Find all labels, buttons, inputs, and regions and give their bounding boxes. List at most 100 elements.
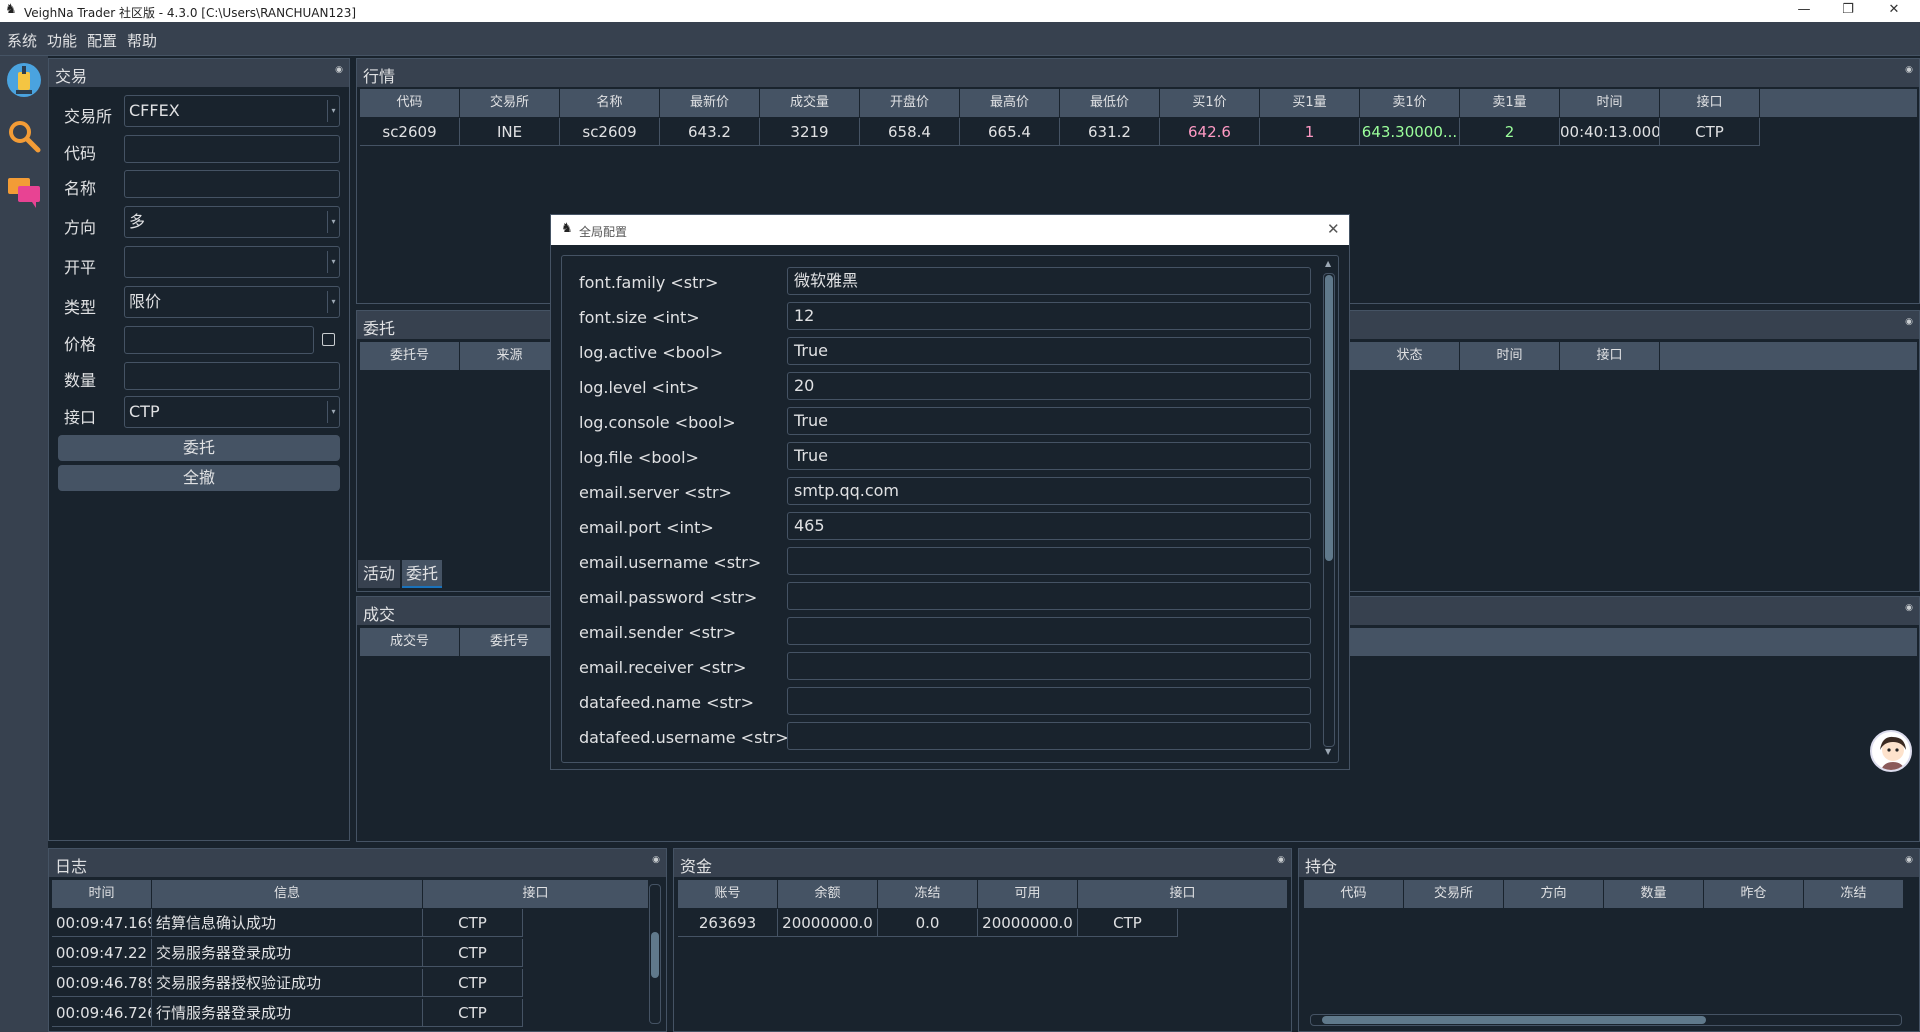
market-cell-ask-volume[interactable]: 2 <box>1460 118 1560 146</box>
direction-select[interactable]: 多 ▾ <box>124 206 340 238</box>
orders-col-header[interactable]: 时间 <box>1460 342 1560 370</box>
log-cell-msg[interactable]: 行情服务器登录成功 <box>152 999 423 1027</box>
account-cell-gateway[interactable]: CTP <box>1078 909 1178 937</box>
symbol-input[interactable] <box>124 135 340 163</box>
market-col-header[interactable]: 卖1价 <box>1360 89 1460 117</box>
setting-input[interactable]: smtp.qq.com <box>787 477 1311 505</box>
dock-float-icon[interactable]: ◉ <box>335 65 343 75</box>
orders-col-header[interactable]: 来源 <box>460 342 560 370</box>
market-col-header[interactable]: 买1价 <box>1160 89 1260 117</box>
market-cell-high[interactable]: 665.4 <box>960 118 1060 146</box>
setting-input[interactable] <box>787 687 1311 715</box>
position-col-header[interactable]: 冻结 <box>1804 880 1904 908</box>
cancel-all-button[interactable]: 全撤 <box>58 465 340 491</box>
dock-float-icon[interactable]: ◉ <box>1905 317 1913 327</box>
account-cell-frozen[interactable]: 0.0 <box>878 909 978 937</box>
exchange-select[interactable]: CFFEX ▾ <box>124 95 340 127</box>
dock-float-icon[interactable]: ◉ <box>1905 603 1913 613</box>
price-checkbox[interactable] <box>322 333 335 346</box>
setting-input[interactable] <box>787 652 1311 680</box>
log-cell-gateway[interactable]: CTP <box>423 969 523 997</box>
position-col-header[interactable]: 方向 <box>1504 880 1604 908</box>
trades-col-header[interactable]: 委托号 <box>460 628 560 656</box>
setting-input[interactable]: 12 <box>787 302 1311 330</box>
trades-col-header[interactable]: 成交号 <box>360 628 460 656</box>
log-col-header[interactable]: 接口 <box>423 880 649 908</box>
log-col-header[interactable]: 信息 <box>152 880 423 908</box>
setting-input[interactable] <box>787 582 1311 610</box>
market-cell-bid-price[interactable]: 642.6 <box>1160 118 1260 146</box>
account-cell-balance[interactable]: 20000000.0 <box>778 909 878 937</box>
setting-input[interactable] <box>787 617 1311 645</box>
market-cell-last-price[interactable]: 643.2 <box>660 118 760 146</box>
market-col-header[interactable]: 买1量 <box>1260 89 1360 117</box>
market-cell-volume[interactable]: 3219 <box>760 118 860 146</box>
assistant-avatar[interactable] <box>1870 730 1912 772</box>
setting-input[interactable]: 465 <box>787 512 1311 540</box>
orders-col-header[interactable]: 委托号 <box>360 342 460 370</box>
market-col-header[interactable]: 成交量 <box>760 89 860 117</box>
log-cell-time[interactable]: 00:09:47.22 <box>52 939 152 967</box>
account-cell-id[interactable]: 263693 <box>678 909 778 937</box>
log-cell-msg[interactable]: 交易服务器授权验证成功 <box>152 969 423 997</box>
dock-float-icon[interactable]: ◉ <box>1905 65 1913 75</box>
position-col-header[interactable]: 数量 <box>1604 880 1704 908</box>
market-col-header[interactable]: 最低价 <box>1060 89 1160 117</box>
market-col-header[interactable]: 名称 <box>560 89 660 117</box>
position-col-header[interactable]: 代码 <box>1304 880 1404 908</box>
setting-input[interactable]: 微软雅黑 <box>787 267 1311 295</box>
minimize-button[interactable]: — <box>1782 0 1826 22</box>
name-input[interactable] <box>124 170 340 198</box>
tab-active[interactable]: 活动 <box>358 560 400 588</box>
chess-king-icon[interactable] <box>6 62 42 98</box>
setting-input[interactable]: 20 <box>787 372 1311 400</box>
log-cell-msg[interactable]: 交易服务器登录成功 <box>152 939 423 967</box>
position-col-header[interactable]: 交易所 <box>1404 880 1504 908</box>
chat-icon[interactable] <box>6 174 42 210</box>
volume-input[interactable] <box>124 362 340 390</box>
market-cell-time[interactable]: 00:40:13.000 <box>1560 118 1660 146</box>
market-col-header[interactable]: 开盘价 <box>860 89 960 117</box>
market-cell-ask-price[interactable]: 643.30000... <box>1360 118 1460 146</box>
log-cell-gateway[interactable]: CTP <box>423 999 523 1027</box>
menu-config[interactable]: 配置 <box>87 30 117 51</box>
scroll-up-icon[interactable]: ▲ <box>1325 259 1331 268</box>
setting-input[interactable]: True <box>787 407 1311 435</box>
account-col-header[interactable]: 余额 <box>778 880 878 908</box>
settings-scrollbar-thumb[interactable] <box>1325 275 1333 561</box>
menu-function[interactable]: 功能 <box>47 30 77 51</box>
account-col-header[interactable]: 接口 <box>1078 880 1288 908</box>
market-col-header[interactable]: 卖1量 <box>1460 89 1560 117</box>
log-scrollbar-thumb[interactable] <box>651 932 659 978</box>
log-cell-time[interactable]: 00:09:46.789 <box>52 969 152 997</box>
maximize-button[interactable]: ❐ <box>1826 0 1870 22</box>
gateway-select[interactable]: CTP ▾ <box>124 396 340 428</box>
dock-float-icon[interactable]: ◉ <box>1905 855 1913 865</box>
market-cell-exchange[interactable]: INE <box>460 118 560 146</box>
search-icon[interactable] <box>6 118 42 154</box>
log-cell-gateway[interactable]: CTP <box>423 939 523 967</box>
market-cell-bid-volume[interactable]: 1 <box>1260 118 1360 146</box>
market-col-header[interactable]: 最新价 <box>660 89 760 117</box>
position-col-header[interactable]: 昨仓 <box>1704 880 1804 908</box>
log-cell-msg[interactable]: 结算信息确认成功 <box>152 909 423 937</box>
setting-input[interactable] <box>787 547 1311 575</box>
market-cell-open[interactable]: 658.4 <box>860 118 960 146</box>
close-icon[interactable]: ✕ <box>1327 220 1340 238</box>
close-button[interactable]: ✕ <box>1872 0 1916 22</box>
market-col-header[interactable]: 时间 <box>1560 89 1660 117</box>
log-col-header[interactable]: 时间 <box>52 880 152 908</box>
market-cell-low[interactable]: 631.2 <box>1060 118 1160 146</box>
market-cell-gateway[interactable]: CTP <box>1660 118 1760 146</box>
order-type-select[interactable]: 限价 ▾ <box>124 286 340 318</box>
setting-input[interactable]: True <box>787 337 1311 365</box>
market-col-header[interactable]: 代码 <box>360 89 460 117</box>
market-col-header[interactable]: 接口 <box>1660 89 1760 117</box>
account-col-header[interactable]: 账号 <box>678 880 778 908</box>
scroll-down-icon[interactable]: ▼ <box>1325 747 1331 756</box>
price-input[interactable] <box>124 326 314 354</box>
menu-help[interactable]: 帮助 <box>127 30 157 51</box>
market-cell-name[interactable]: sc2609 <box>560 118 660 146</box>
orders-col-header[interactable]: 状态 <box>1360 342 1460 370</box>
position-hscrollbar-thumb[interactable] <box>1322 1016 1706 1024</box>
